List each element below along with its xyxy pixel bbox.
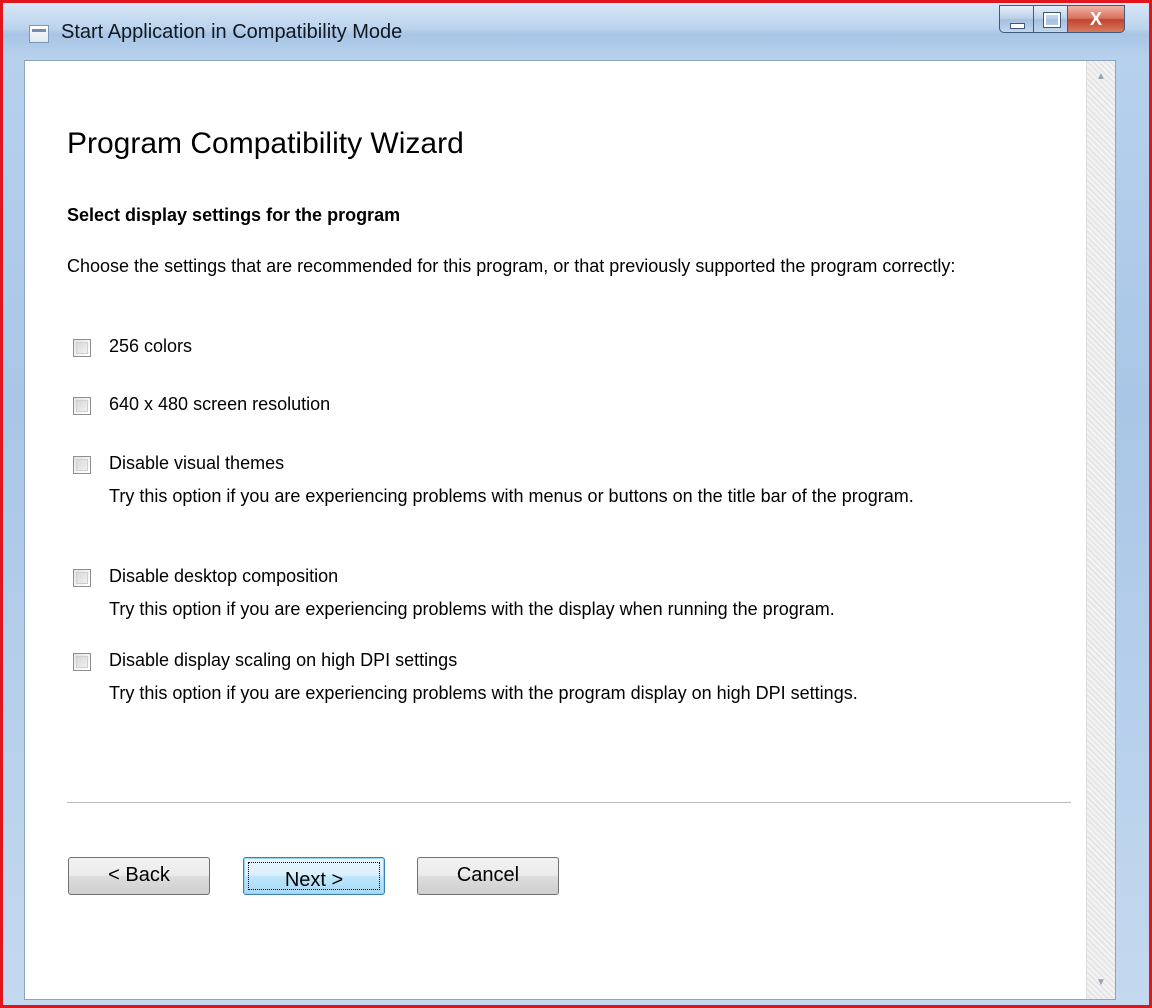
checkbox-disable-display-scaling[interactable] — [73, 653, 91, 671]
option-description: Try this option if you are experiencing … — [109, 599, 835, 619]
scroll-up-icon[interactable]: ▲ — [1087, 63, 1115, 91]
checkbox-256-colors[interactable] — [73, 339, 91, 357]
option-description: Try this option if you are experiencing … — [109, 486, 914, 506]
checkbox-disable-desktop-composition[interactable] — [73, 569, 91, 587]
instructions-text: Choose the settings that are recommended… — [67, 256, 956, 276]
window-title: Start Application in Compatibility Mode — [61, 21, 403, 43]
back-button[interactable]: < Back — [68, 857, 210, 895]
close-button[interactable]: X — [1067, 5, 1125, 33]
vertical-scrollbar[interactable]: ▲ ▼ — [1086, 61, 1115, 999]
next-button[interactable]: Next > — [243, 857, 385, 895]
option-label[interactable]: Disable desktop composition — [109, 566, 338, 587]
section-heading: Select display settings for the program — [67, 205, 401, 225]
maximize-button[interactable] — [1033, 5, 1067, 33]
maximize-icon — [1043, 12, 1061, 28]
window-icon[interactable] — [29, 25, 49, 43]
option-description: Try this option if you are experiencing … — [109, 683, 858, 703]
cancel-button[interactable]: Cancel — [417, 857, 559, 895]
minimize-button[interactable] — [999, 5, 1033, 33]
next-button-label: Next > — [248, 862, 380, 891]
page-title: Program Compatibility Wizard — [67, 127, 464, 160]
scroll-down-icon[interactable]: ▼ — [1087, 969, 1115, 997]
minimize-icon — [1010, 23, 1025, 29]
option-label[interactable]: Disable display scaling on high DPI sett… — [109, 650, 457, 671]
title-bar[interactable]: Start Application in Compatibility Mode … — [3, 3, 1149, 59]
close-icon: X — [1089, 9, 1102, 29]
wizard-content: Program Compatibility Wizard Select disp… — [24, 60, 1116, 1000]
separator — [67, 802, 1071, 804]
checkbox-640x480-resolution[interactable] — [73, 397, 91, 415]
checkbox-disable-visual-themes[interactable] — [73, 456, 91, 474]
option-label[interactable]: 640 x 480 screen resolution — [109, 394, 330, 415]
option-label[interactable]: Disable visual themes — [109, 453, 284, 474]
caption-buttons: X — [999, 5, 1125, 35]
wizard-window: Start Application in Compatibility Mode … — [0, 0, 1152, 1008]
option-label[interactable]: 256 colors — [109, 336, 192, 357]
